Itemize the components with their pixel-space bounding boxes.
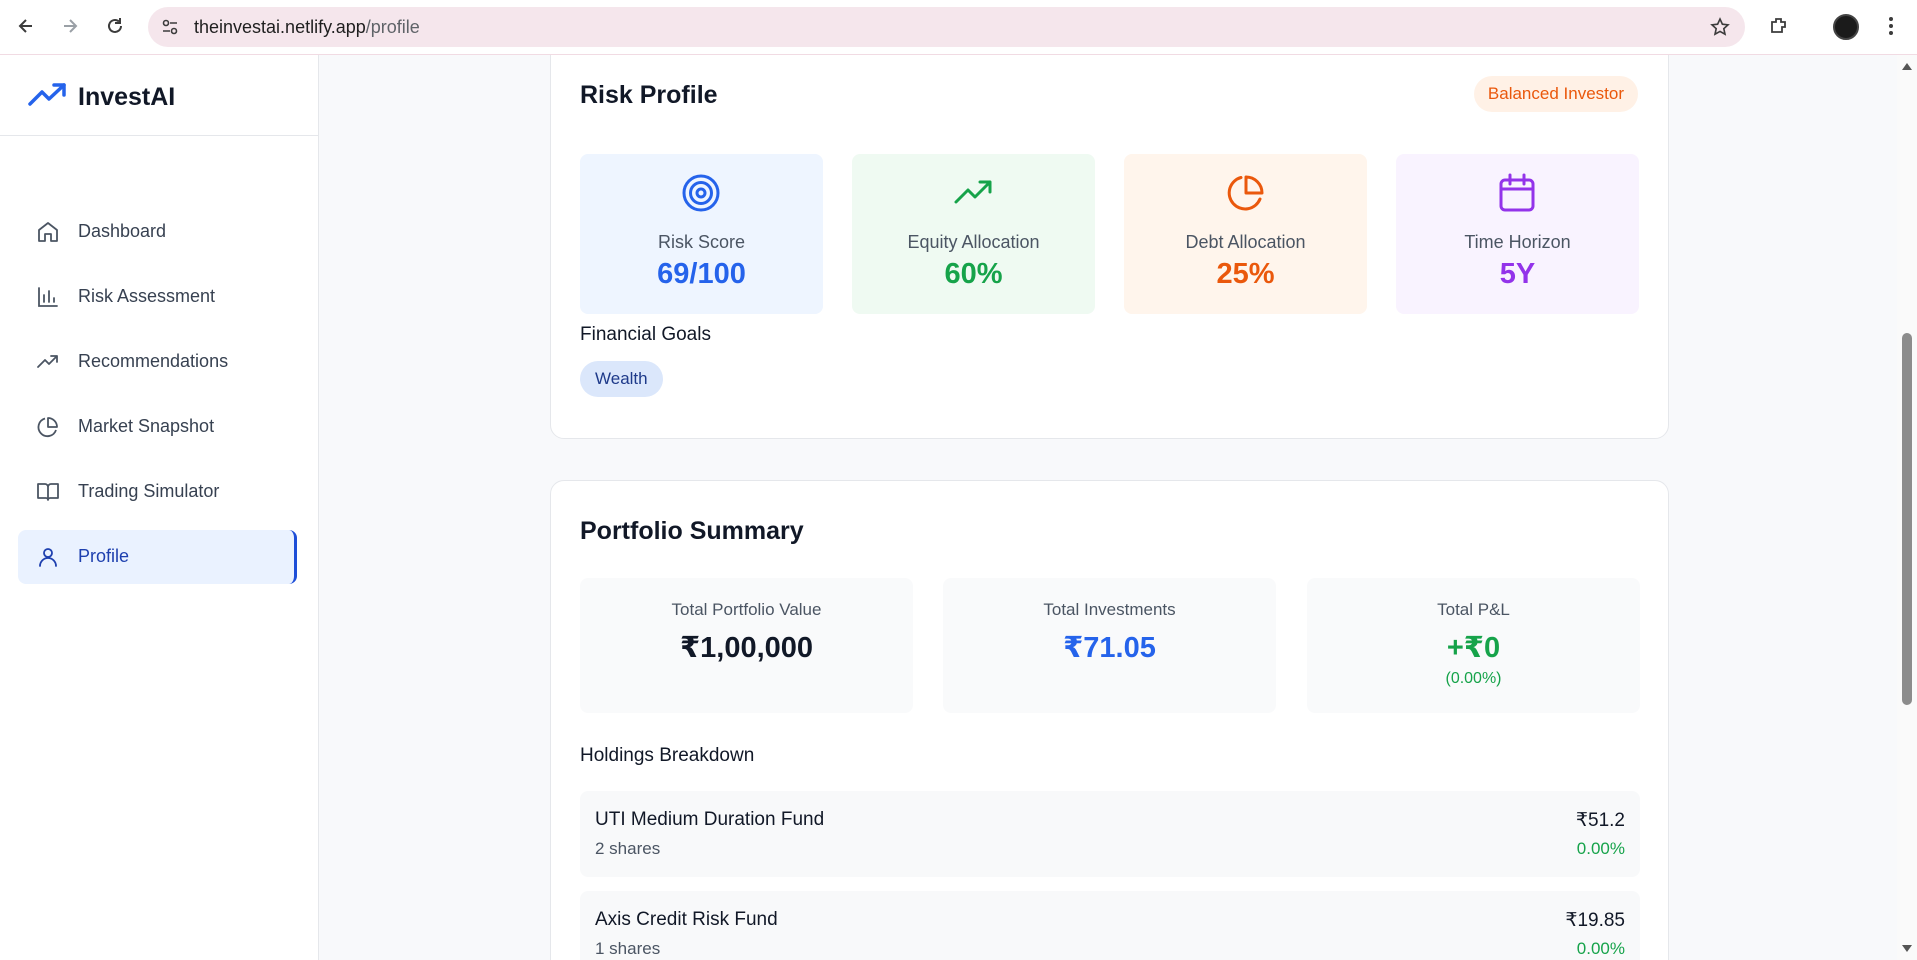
pie-chart-icon bbox=[37, 417, 58, 437]
target-icon bbox=[682, 174, 720, 212]
scroll-down-arrow-icon[interactable] bbox=[1902, 945, 1912, 952]
sidebar-item-label: Market Snapshot bbox=[78, 416, 215, 436]
pie-chart-icon bbox=[1227, 175, 1264, 211]
home-icon bbox=[38, 222, 58, 242]
reload-icon[interactable] bbox=[101, 12, 129, 40]
sidebar-item-dashboard[interactable]: Dashboard bbox=[18, 205, 297, 259]
metric-risk-score: Risk Score 69/100 bbox=[580, 154, 823, 314]
metric-debt-allocation: Debt Allocation 25% bbox=[1124, 154, 1367, 314]
sidebar-item-label: Dashboard bbox=[78, 221, 167, 241]
metric-label: Time Horizon bbox=[1464, 232, 1571, 252]
risk-profile-card: Risk Profile Balanced Investor Risk Scor… bbox=[550, 55, 1669, 439]
site-settings-icon[interactable] bbox=[160, 17, 180, 37]
brand-name: InvestAI bbox=[78, 83, 176, 111]
calendar-icon bbox=[1499, 173, 1535, 212]
trending-up-logo-icon bbox=[28, 83, 66, 106]
holding-value: ₹19.85 bbox=[1565, 910, 1625, 931]
summary-value: ₹71.05 bbox=[1063, 632, 1156, 664]
url-path: /profile bbox=[365, 17, 420, 37]
forward-icon[interactable] bbox=[56, 12, 84, 40]
sidebar-item-risk-assessment[interactable]: Risk Assessment bbox=[18, 270, 297, 324]
more-menu-icon[interactable] bbox=[1877, 12, 1905, 40]
metric-value: 5Y bbox=[1499, 258, 1536, 290]
profile-avatar[interactable] bbox=[1833, 14, 1859, 40]
user-icon bbox=[39, 548, 57, 567]
url-text[interactable]: theinvestai.netlify.app/profile bbox=[194, 17, 420, 38]
metric-time-horizon: Time Horizon 5Y bbox=[1396, 154, 1639, 314]
address-bar[interactable]: theinvestai.netlify.app/profile bbox=[148, 7, 1745, 47]
portfolio-summary-card: Portfolio Summary Total Portfolio Value … bbox=[550, 480, 1669, 960]
holding-row[interactable]: UTI Medium Duration Fund 2 shares ₹51.2 … bbox=[580, 791, 1640, 877]
summary-label: Total Portfolio Value bbox=[671, 600, 822, 619]
sidebar-item-profile[interactable]: Profile bbox=[18, 530, 297, 584]
metric-value: 60% bbox=[944, 258, 1003, 290]
holding-name: Axis Credit Risk Fund bbox=[595, 909, 778, 930]
browser-toolbar: theinvestai.netlify.app/profile bbox=[0, 0, 1917, 55]
holding-row[interactable]: Axis Credit Risk Fund 1 shares ₹19.85 0.… bbox=[580, 891, 1640, 960]
summary-total-pnl: Total P&L +₹0 (0.00%) bbox=[1307, 578, 1640, 713]
metric-value: 25% bbox=[1216, 258, 1275, 290]
trending-up-icon bbox=[37, 355, 58, 368]
financial-goals-heading: Financial Goals bbox=[580, 324, 711, 345]
sidebar: InvestAI Dashboard Risk Assessment Recom… bbox=[0, 55, 319, 960]
summary-value: ₹1,00,000 bbox=[679, 632, 814, 664]
holding-value: ₹51.2 bbox=[1575, 810, 1625, 831]
holding-change: 0.00% bbox=[1576, 939, 1625, 958]
metric-equity-allocation: Equity Allocation 60% bbox=[852, 154, 1095, 314]
holding-name: UTI Medium Duration Fund bbox=[595, 809, 825, 830]
brand[interactable]: InvestAI bbox=[0, 55, 318, 136]
bar-chart-icon bbox=[38, 287, 58, 307]
scrollbar-thumb[interactable] bbox=[1902, 333, 1912, 705]
sidebar-item-label: Recommendations bbox=[78, 351, 229, 371]
metric-label: Equity Allocation bbox=[907, 232, 1040, 252]
main-content: Risk Profile Balanced Investor Risk Scor… bbox=[320, 55, 1897, 960]
summary-label: Total Investments bbox=[1043, 600, 1176, 619]
sidebar-item-label: Profile bbox=[78, 546, 130, 566]
sidebar-item-label: Trading Simulator bbox=[78, 481, 220, 501]
holdings-breakdown-heading: Holdings Breakdown bbox=[580, 745, 755, 766]
metric-label: Risk Score bbox=[657, 232, 746, 252]
back-icon[interactable] bbox=[12, 12, 40, 40]
page-scrollbar[interactable] bbox=[1897, 55, 1917, 960]
summary-total-portfolio-value: Total Portfolio Value ₹1,00,000 bbox=[580, 578, 913, 713]
extensions-icon[interactable] bbox=[1765, 12, 1793, 40]
holding-change: 0.00% bbox=[1576, 839, 1625, 858]
summary-pnl-percent: (0.00%) bbox=[1445, 670, 1502, 687]
holding-shares: 2 shares bbox=[595, 839, 661, 858]
book-open-icon bbox=[37, 483, 59, 501]
goal-chip: Wealth bbox=[580, 361, 663, 397]
metric-label: Debt Allocation bbox=[1185, 232, 1306, 252]
summary-value: +₹0 bbox=[1446, 632, 1501, 664]
sidebar-item-market-snapshot[interactable]: Market Snapshot bbox=[18, 400, 297, 454]
risk-profile-title: Risk Profile bbox=[580, 81, 718, 109]
holding-shares: 1 shares bbox=[595, 939, 661, 958]
trending-up-icon bbox=[954, 180, 992, 204]
summary-label: Total P&L bbox=[1437, 600, 1510, 619]
investor-type-badge: Balanced Investor bbox=[1473, 76, 1638, 112]
scroll-up-arrow-icon[interactable] bbox=[1902, 63, 1912, 70]
sidebar-item-trading-simulator[interactable]: Trading Simulator bbox=[18, 465, 297, 519]
url-host: theinvestai.netlify.app bbox=[194, 17, 366, 37]
summary-total-investments: Total Investments ₹71.05 bbox=[943, 578, 1276, 713]
sidebar-item-label: Risk Assessment bbox=[78, 286, 216, 306]
metric-value: 69/100 bbox=[657, 258, 746, 290]
portfolio-summary-title: Portfolio Summary bbox=[580, 517, 804, 545]
bookmark-star-icon[interactable] bbox=[1709, 16, 1731, 38]
sidebar-item-recommendations[interactable]: Recommendations bbox=[18, 335, 297, 389]
